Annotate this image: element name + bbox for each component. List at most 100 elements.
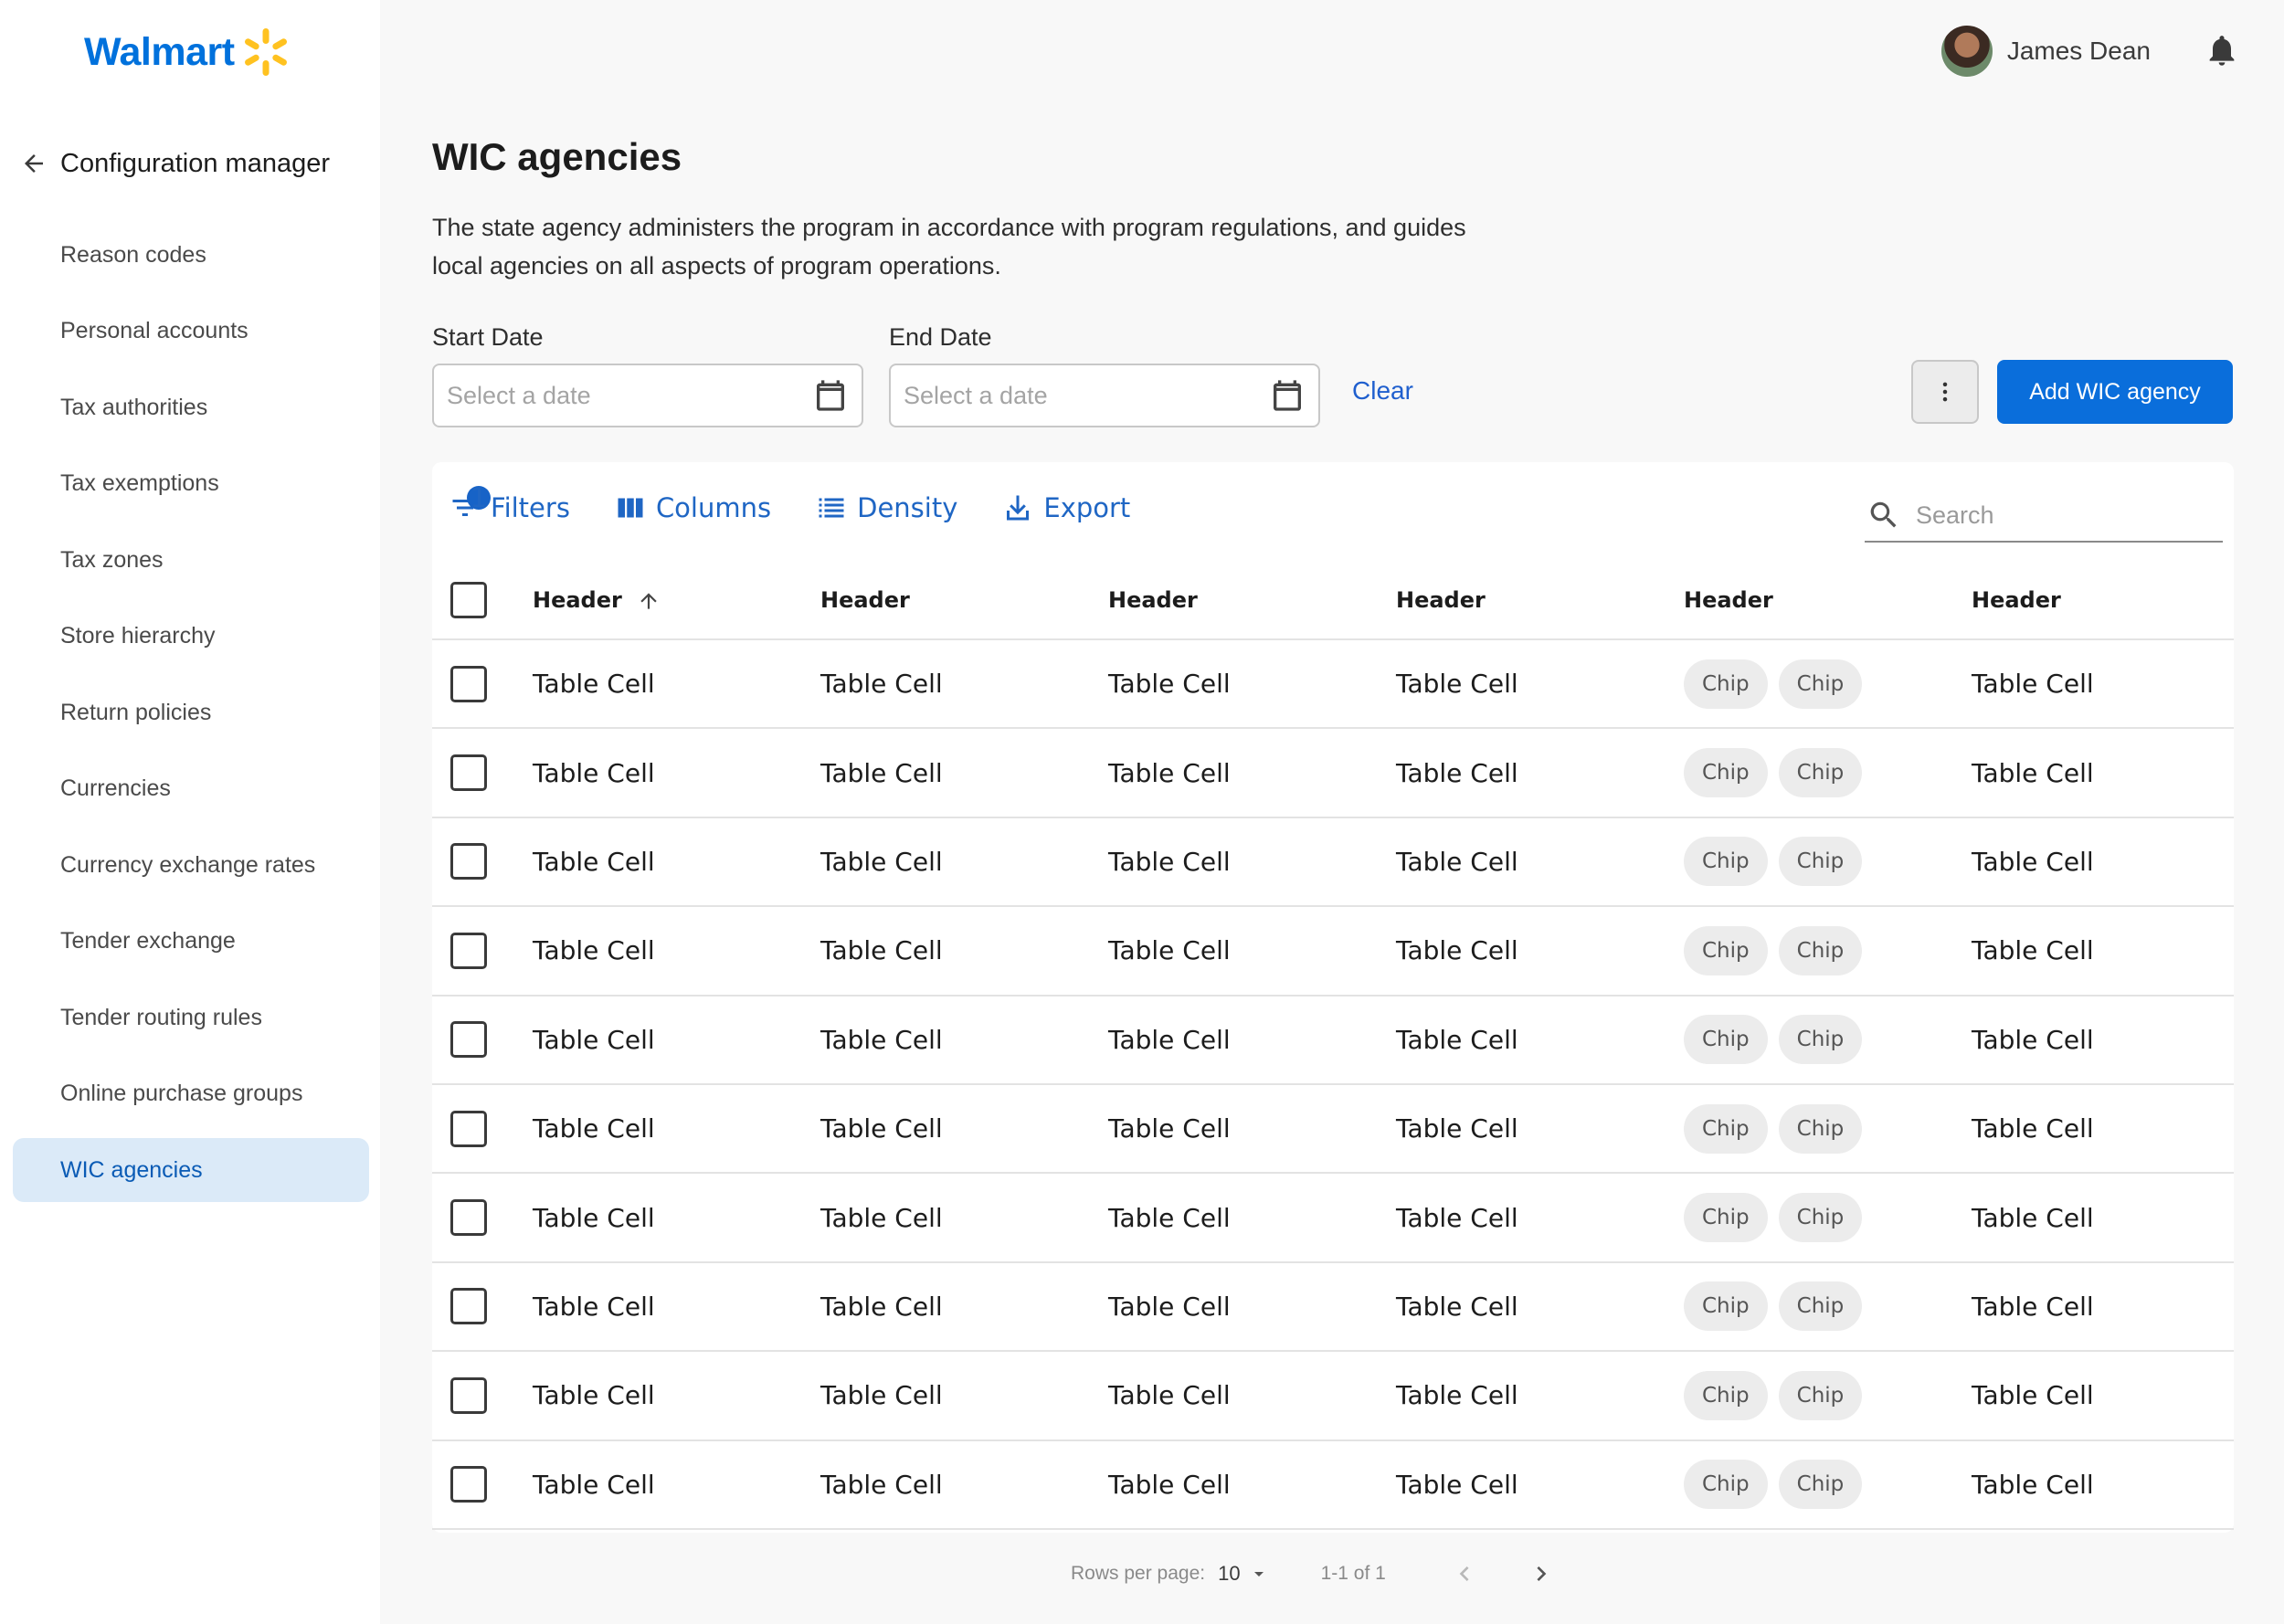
chip[interactable]: Chip xyxy=(1778,837,1863,887)
table-row[interactable]: Table Cell Table Cell Table Cell Table Cell… xyxy=(432,1440,2234,1529)
table-row[interactable]: Table Cell Table Cell Table Cell Table Cell… xyxy=(432,1262,2234,1352)
end-date-label: End Date xyxy=(889,323,992,351)
chip[interactable]: Chip xyxy=(1684,1370,1768,1420)
row-checkbox[interactable] xyxy=(450,932,487,969)
table-row[interactable]: Table Cell Table Cell Table Cell Table Cell… xyxy=(432,1173,2234,1262)
export-button[interactable]: Export xyxy=(1001,491,1130,524)
row-checkbox[interactable] xyxy=(450,1110,487,1147)
chip[interactable]: Chip xyxy=(1684,1460,1768,1510)
more-vertical-icon xyxy=(1942,382,1948,402)
row-checkbox[interactable] xyxy=(450,1199,487,1237)
row-checkbox[interactable] xyxy=(450,1376,487,1414)
chevron-right-icon[interactable] xyxy=(1527,1559,1556,1588)
search-input[interactable]: Search xyxy=(1865,490,2223,543)
arrow-up-icon[interactable] xyxy=(637,589,661,613)
clear-dates-link[interactable]: Clear xyxy=(1352,376,1413,406)
spark-icon xyxy=(244,28,287,76)
table-cell: Table Cell xyxy=(1972,1291,2094,1322)
chip[interactable]: Chip xyxy=(1778,1281,1863,1332)
chip[interactable]: Chip xyxy=(1778,1103,1863,1154)
chevron-left-icon[interactable] xyxy=(1450,1559,1479,1588)
row-checkbox[interactable] xyxy=(450,754,487,792)
sidebar-item-tax-zones[interactable]: Tax zones xyxy=(13,528,369,592)
select-all-checkbox[interactable] xyxy=(450,581,487,618)
chip[interactable]: Chip xyxy=(1684,748,1768,798)
sidebar-item-tax-exemptions[interactable]: Tax exemptions xyxy=(13,452,369,516)
table-cell: Table Cell xyxy=(533,669,655,700)
grid-toolbar: 1 Filters Columns Density Export xyxy=(449,480,1174,535)
chip[interactable]: Chip xyxy=(1778,1370,1863,1420)
table-row[interactable]: Table Cell Table Cell Table Cell Table Cell… xyxy=(432,1084,2234,1174)
chip[interactable]: Chip xyxy=(1778,1193,1863,1243)
back-to-configuration-manager[interactable]: Configuration manager xyxy=(20,137,330,190)
table-row[interactable]: Table Cell Table Cell Table Cell Table Cell… xyxy=(432,817,2234,907)
chip[interactable]: Chip xyxy=(1778,1460,1863,1510)
sidebar-item-tender-exchange[interactable]: Tender exchange xyxy=(13,910,369,974)
filters-button[interactable]: 1 Filters xyxy=(449,482,570,524)
row-checkbox[interactable] xyxy=(450,1288,487,1325)
walmart-logo[interactable]: Walmart xyxy=(84,26,291,79)
avatar[interactable] xyxy=(1940,26,1993,77)
column-header[interactable]: Header xyxy=(1396,561,1684,639)
sidebar-item-online-purchase-groups[interactable]: Online purchase groups xyxy=(13,1062,369,1126)
table-cell: Table Cell xyxy=(1396,1024,1518,1055)
chip[interactable]: Chip xyxy=(1684,1015,1768,1065)
row-checkbox[interactable] xyxy=(450,1466,487,1503)
chip-cell: Chip Chip xyxy=(1684,639,1972,728)
chip[interactable]: Chip xyxy=(1778,659,1863,709)
column-header[interactable]: Header xyxy=(1684,561,1972,639)
start-date-input[interactable]: Select a date xyxy=(432,364,863,427)
column-header[interactable]: Header xyxy=(533,561,820,639)
column-header[interactable]: Header xyxy=(1972,561,2234,639)
column-header[interactable]: Header xyxy=(1108,561,1396,639)
chip[interactable]: Chip xyxy=(1778,1015,1863,1065)
sidebar-item-personal-accounts[interactable]: Personal accounts xyxy=(13,300,369,364)
chip[interactable]: Chip xyxy=(1684,925,1768,975)
sidebar-item-currencies[interactable]: Currencies xyxy=(13,757,369,821)
calendar-icon[interactable] xyxy=(1269,377,1306,414)
table-row[interactable]: Table Cell Table Cell Table Cell Table Cell… xyxy=(432,1351,2234,1440)
bell-icon[interactable] xyxy=(2204,31,2240,69)
table-row[interactable]: Table Cell Table Cell Table Cell Table Cell… xyxy=(432,906,2234,996)
chip-cell: Chip Chip xyxy=(1684,817,1972,906)
column-header-label: Header xyxy=(533,586,622,613)
table-row[interactable]: Table Cell Table Cell Table Cell Table Cell… xyxy=(432,639,2234,729)
sidebar-item-tax-authorities[interactable]: Tax authorities xyxy=(13,375,369,439)
end-date-input[interactable]: Select a date xyxy=(889,364,1320,427)
user-menu[interactable]: James Dean xyxy=(1940,24,2151,79)
chip[interactable]: Chip xyxy=(1684,1193,1768,1243)
table-cell: Table Cell xyxy=(533,846,655,877)
row-checkbox[interactable] xyxy=(450,1021,487,1059)
table-row[interactable]: Table Cell Table Cell Table Cell Table Cell… xyxy=(432,996,2234,1084)
density-button[interactable]: Density xyxy=(815,491,957,524)
more-options-button[interactable] xyxy=(1911,360,1979,424)
chip[interactable]: Chip xyxy=(1778,748,1863,798)
row-checkbox[interactable] xyxy=(450,665,487,702)
calendar-icon[interactable] xyxy=(812,377,849,414)
add-wic-agency-button[interactable]: Add WIC agency xyxy=(1997,360,2233,424)
pagination: Rows per page: 10 1-1 of 1 xyxy=(1071,1553,1556,1595)
sidebar-item-tender-routing-rules[interactable]: Tender routing rules xyxy=(13,986,369,1049)
chip[interactable]: Chip xyxy=(1684,659,1768,709)
chip[interactable]: Chip xyxy=(1778,925,1863,975)
row-checkbox[interactable] xyxy=(450,843,487,881)
chip[interactable]: Chip xyxy=(1684,837,1768,887)
table-row[interactable]: Table Cell Table Cell Table Cell Table Cell… xyxy=(432,728,2234,817)
table-cell: Table Cell xyxy=(533,1113,655,1144)
sidebar-item-currency-exchange-rates[interactable]: Currency exchange rates xyxy=(13,833,369,897)
table-cell: Table Cell xyxy=(1972,757,2094,788)
columns-button[interactable]: Columns xyxy=(614,491,771,524)
table-cell: Table Cell xyxy=(1108,846,1231,877)
sidebar-item-reason-codes[interactable]: Reason codes xyxy=(13,223,369,287)
rows-per-page-select[interactable]: 10 xyxy=(1218,1562,1240,1586)
sidebar-item-store-hierarchy[interactable]: Store hierarchy xyxy=(13,605,369,669)
chip[interactable]: Chip xyxy=(1684,1103,1768,1154)
table-cell: Table Cell xyxy=(820,1469,943,1500)
caret-down-icon[interactable] xyxy=(1248,1563,1270,1585)
sidebar-item-wic-agencies[interactable]: WIC agencies xyxy=(13,1138,369,1202)
chip[interactable]: Chip xyxy=(1684,1281,1768,1332)
table-cell: Table Cell xyxy=(533,1024,655,1055)
column-header[interactable]: Header xyxy=(820,561,1108,639)
table-cell: Table Cell xyxy=(1108,669,1231,700)
sidebar-item-return-policies[interactable]: Return policies xyxy=(13,680,369,744)
